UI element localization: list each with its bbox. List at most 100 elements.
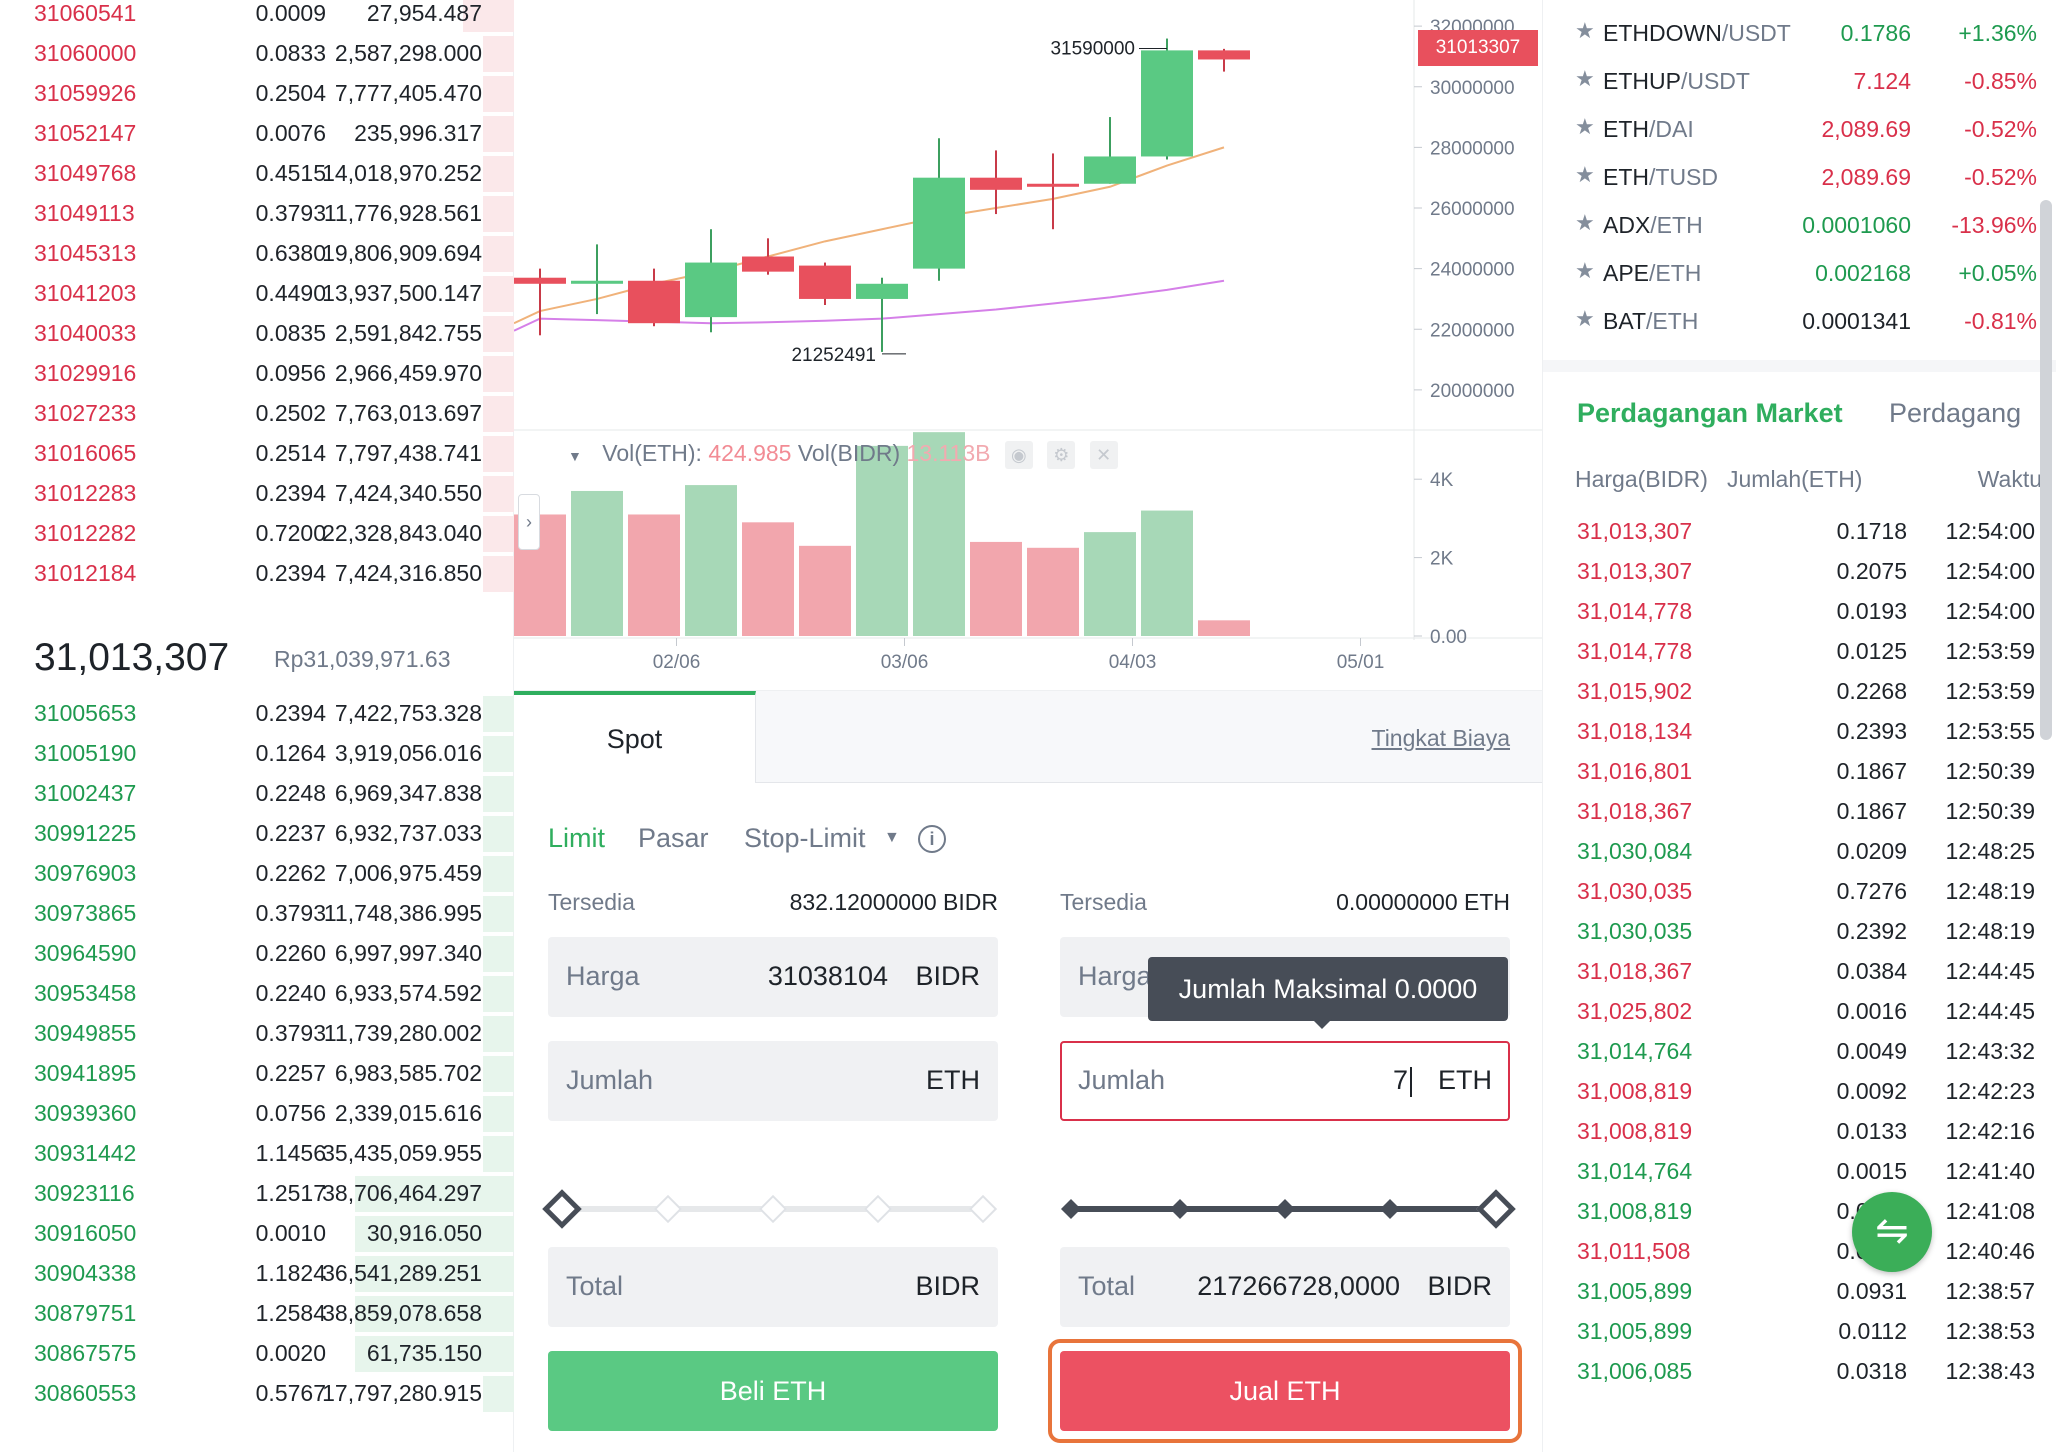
- order-total: 7,763,013.697: [334, 400, 482, 426]
- bid-row[interactable]: 30867575 0.0020 61,735.150: [0, 1334, 514, 1374]
- eye-icon[interactable]: ◉: [1004, 440, 1033, 469]
- close-icon[interactable]: ✕: [1089, 440, 1118, 469]
- ask-row[interactable]: 31060541 0.0009 27,954.487: [0, 0, 514, 34]
- volume-tick-label: 2K: [1430, 549, 1454, 570]
- ask-row[interactable]: 31012184 0.2394 7,424,316.850: [0, 554, 514, 594]
- tab-spot[interactable]: Spot: [514, 691, 756, 783]
- order-total: 36,541,289.251: [322, 1260, 482, 1286]
- slider-step-25[interactable]: [1170, 1199, 1190, 1219]
- sell-eth-button[interactable]: Jual ETH: [1060, 1351, 1510, 1431]
- star-icon[interactable]: ★: [1575, 258, 1595, 284]
- trade-amount: 0.2075: [1836, 558, 1907, 584]
- trade-amount: 0.7276: [1836, 878, 1907, 904]
- bid-row[interactable]: 31005653 0.2394 7,422,753.328: [0, 694, 514, 734]
- ask-row[interactable]: 31027233 0.2502 7,763,013.697: [0, 394, 514, 434]
- market-row[interactable]: ★ ETH/TUSD 2,089.69 -0.52%: [1543, 150, 2043, 198]
- bid-row[interactable]: 30931442 1.1456 35,435,059.955: [0, 1134, 514, 1174]
- pair-quote: /DAI: [1649, 116, 1694, 142]
- candlestick-chart[interactable]: 3200000030000000280000002600000024000000…: [514, 0, 1542, 690]
- price-tick-label: 30000000: [1430, 78, 1515, 99]
- trade-amount: 0.1867: [1836, 758, 1907, 784]
- chevron-down-icon[interactable]: ▼: [568, 448, 582, 464]
- bid-row[interactable]: 30953458 0.2240 6,933,574.592: [0, 974, 514, 1014]
- bid-row[interactable]: 31005190 0.1264 3,919,056.016: [0, 734, 514, 774]
- bid-row[interactable]: 30916050 0.0010 30,916.050: [0, 1214, 514, 1254]
- tab-my-trades[interactable]: Perdagang: [1889, 398, 2021, 429]
- buy-amount-field[interactable]: Jumlah ETH: [548, 1041, 998, 1121]
- gear-icon[interactable]: ⚙: [1047, 440, 1076, 469]
- fee-level-link[interactable]: Tingkat Biaya: [1372, 725, 1511, 752]
- ask-row[interactable]: 31049768 0.4515 14,018,970.252: [0, 154, 514, 194]
- star-icon[interactable]: ★: [1575, 210, 1595, 236]
- scrollbar[interactable]: [2040, 200, 2052, 740]
- slider-step-75[interactable]: [1380, 1199, 1400, 1219]
- buy-eth-button[interactable]: Beli ETH: [548, 1351, 998, 1431]
- bid-row[interactable]: 30991225 0.2237 6,932,737.033: [0, 814, 514, 854]
- buy-amount-slider[interactable]: [542, 1189, 998, 1229]
- bid-row[interactable]: 30973865 0.3793 11,748,386.995: [0, 894, 514, 934]
- slider-step-0[interactable]: [1061, 1199, 1081, 1219]
- sell-total-field[interactable]: Total 217266728,0000 BIDR: [1060, 1247, 1510, 1327]
- slider-handle[interactable]: [542, 1189, 582, 1229]
- chevron-right-icon[interactable]: ›: [518, 494, 540, 550]
- tab-market-trades[interactable]: Perdagangan Market: [1577, 398, 1843, 429]
- bid-row[interactable]: 30939360 0.0756 2,339,015.616: [0, 1094, 514, 1134]
- star-icon[interactable]: ★: [1575, 162, 1595, 188]
- star-icon[interactable]: ★: [1575, 306, 1595, 332]
- order-price: 31059926: [34, 80, 137, 106]
- swap-icon[interactable]: ⇋: [1852, 1192, 1932, 1272]
- star-icon[interactable]: ★: [1575, 114, 1595, 140]
- ask-row[interactable]: 31040033 0.0835 2,591,842.755: [0, 314, 514, 354]
- slider-step-75[interactable]: [863, 1194, 893, 1224]
- slider-step-25[interactable]: [653, 1194, 683, 1224]
- ask-row[interactable]: 31059926 0.2504 7,777,405.470: [0, 74, 514, 114]
- bid-row[interactable]: 30941895 0.2257 6,983,585.702: [0, 1054, 514, 1094]
- ask-row[interactable]: 31045313 0.6380 19,806,909.694: [0, 234, 514, 274]
- ask-row[interactable]: 31060000 0.0833 2,587,298.000: [0, 34, 514, 74]
- bid-row[interactable]: 30879751 1.2584 38,859,078.658: [0, 1294, 514, 1334]
- sell-amount-field[interactable]: Jumlah 7 ETH: [1060, 1041, 1510, 1121]
- order-price: 30916050: [34, 1220, 137, 1246]
- buy-total-field[interactable]: Total BIDR: [548, 1247, 998, 1327]
- bid-row[interactable]: 30949855 0.3793 11,739,280.002: [0, 1014, 514, 1054]
- order-type-limit[interactable]: Limit: [548, 823, 605, 854]
- market-row[interactable]: ★ ETHDOWN/USDT 0.1786 +1.36%: [1543, 6, 2043, 54]
- bid-row[interactable]: 30976903 0.2262 7,006,975.459: [0, 854, 514, 894]
- bid-row[interactable]: 31002437 0.2248 6,969,347.838: [0, 774, 514, 814]
- caret-down-icon[interactable]: ▼: [884, 829, 900, 847]
- order-total: 235,996.317: [354, 120, 482, 146]
- order-type-market[interactable]: Pasar: [638, 823, 709, 854]
- bid-row[interactable]: 30923116 1.2517 38,706,464.297: [0, 1174, 514, 1214]
- slider-handle[interactable]: [1476, 1189, 1516, 1229]
- market-row[interactable]: ★ ETH/DAI 2,089.69 -0.52%: [1543, 102, 2043, 150]
- bid-row[interactable]: 30904338 1.1824 36,541,289.251: [0, 1254, 514, 1294]
- buy-price-field[interactable]: Harga 31038104 BIDR: [548, 937, 998, 1017]
- sell-total-value: 217266728,0000: [1197, 1271, 1400, 1301]
- market-row[interactable]: ★ ADX/ETH 0.0001060 -13.96%: [1543, 198, 2043, 246]
- order-type-stop-limit[interactable]: Stop-Limit: [744, 823, 866, 854]
- market-row[interactable]: ★ APE/ETH 0.002168 +0.05%: [1543, 246, 2043, 294]
- bid-row[interactable]: 30860553 0.5767 17,797,280.915: [0, 1374, 514, 1414]
- trade-row: 31,015,902 0.2268 12:53:59: [1543, 670, 2043, 710]
- ask-row[interactable]: 31012282 0.7200 22,328,843.040: [0, 514, 514, 554]
- slider-step-50[interactable]: [758, 1194, 788, 1224]
- info-icon[interactable]: i: [918, 825, 946, 853]
- trade-time: 12:54:00: [1945, 558, 2035, 584]
- bid-row[interactable]: 30964590 0.2260 6,997,997.340: [0, 934, 514, 974]
- star-icon[interactable]: ★: [1575, 18, 1595, 44]
- ask-row[interactable]: 31016065 0.2514 7,797,438.741: [0, 434, 514, 474]
- ask-row[interactable]: 31029916 0.0956 2,966,459.970: [0, 354, 514, 394]
- trade-amount: 0.0112: [1838, 1318, 1907, 1344]
- slider-step-50[interactable]: [1275, 1199, 1295, 1219]
- star-icon[interactable]: ★: [1575, 66, 1595, 92]
- slider-step-100[interactable]: [968, 1194, 998, 1224]
- ask-row[interactable]: 31012283 0.2394 7,424,340.550: [0, 474, 514, 514]
- price-chart[interactable]: 32000000 30000000 28000000 26000000 24000000…: [514, 0, 1542, 690]
- order-total: 3,919,056.016: [334, 740, 482, 766]
- ask-row[interactable]: 31049113 0.3793 11,776,928.561: [0, 194, 514, 234]
- ask-row[interactable]: 31041203 0.4490 13,937,500.147: [0, 274, 514, 314]
- sell-amount-slider[interactable]: [1060, 1189, 1516, 1229]
- market-row[interactable]: ★ BAT/ETH 0.0001341 -0.81%: [1543, 294, 2043, 342]
- market-row[interactable]: ★ ETHUP/USDT 7.124 -0.85%: [1543, 54, 2043, 102]
- ask-row[interactable]: 31052147 0.0076 235,996.317: [0, 114, 514, 154]
